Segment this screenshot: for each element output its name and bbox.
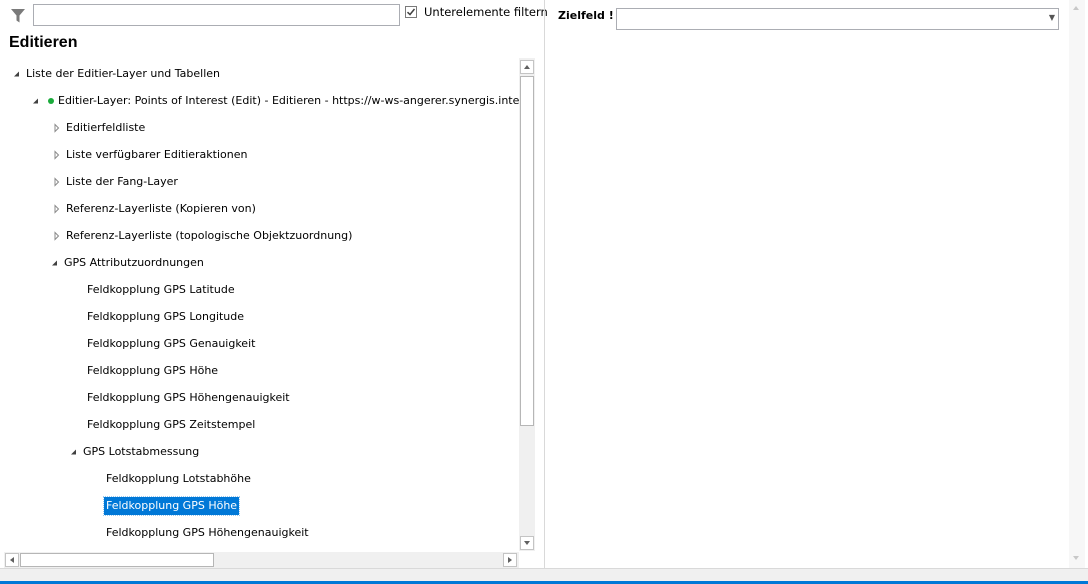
tree-collapsed-icon[interactable]	[52, 173, 62, 191]
tree-node-label: Feldkopplung GPS Höhengenauigkeit	[87, 391, 290, 404]
tree-node[interactable]: Feldkopplung GPS Longitude	[0, 308, 519, 326]
tree-node-label: Feldkopplung GPS Zeitstempel	[87, 418, 256, 431]
detail-vertical-scrollbar[interactable]	[1069, 0, 1085, 568]
scroll-up-button[interactable]	[1070, 2, 1084, 16]
tree-expanded-icon[interactable]	[31, 92, 41, 110]
tree-node[interactable]: Feldkopplung GPS Zeitstempel	[0, 416, 519, 434]
scroll-down-button[interactable]	[520, 536, 534, 550]
tree-collapsed-icon[interactable]	[52, 227, 62, 245]
vertical-scroll-thumb[interactable]	[520, 76, 534, 426]
tree-node-label: Feldkopplung GPS Höhengenauigkeit	[106, 526, 309, 539]
tree-node-label: Editierfeldliste	[66, 121, 146, 134]
tree-node-label: GPS Lotstabmessung	[83, 445, 200, 458]
tree-collapsed-icon[interactable]	[52, 200, 62, 218]
tree-node[interactable]: Liste der Fang-Layer	[0, 173, 519, 191]
tree-expanded-icon[interactable]	[12, 65, 22, 83]
layer-status-dot-icon	[48, 98, 54, 104]
checkmark-icon	[406, 8, 416, 16]
layer-tree[interactable]: Liste der Editier-Layer und Tabellen Edit…	[0, 58, 519, 550]
tree-node-label: GPS Attributzuordnungen	[64, 256, 204, 269]
target-field-label: Zielfeld !	[558, 9, 614, 22]
tree-node[interactable]: Liste verfügbarer Editieraktionen	[0, 146, 519, 164]
tree-node[interactable]: Referenz-Layerliste (Kopieren von)	[0, 200, 519, 218]
tree-node-label: Referenz-Layerliste (topologische Objekt…	[66, 229, 353, 242]
tree-node[interactable]: Feldkopplung GPS Höhe	[0, 362, 519, 380]
tree-node[interactable]: Feldkopplung GPS Höhengenauigkeit	[0, 389, 519, 407]
subelements-filter-label[interactable]: Unterelemente filtern	[424, 5, 548, 19]
tree-node-label: Liste verfügbarer Editieraktionen	[66, 148, 248, 161]
tree-node[interactable]: Feldkopplung GPS Höhe	[0, 496, 519, 516]
tree-node[interactable]: GPS Attributzuordnungen	[0, 254, 519, 272]
filter-funnel-icon[interactable]	[8, 6, 28, 26]
target-field-select[interactable]: ▼	[616, 8, 1059, 30]
tree-node[interactable]: Liste der Editier-Layer und Tabellen	[0, 65, 519, 83]
scroll-up-button[interactable]	[520, 60, 534, 74]
arrow-down-icon	[1073, 556, 1079, 560]
tree-node[interactable]: Editierfeldliste	[0, 119, 519, 137]
tree-node[interactable]: Referenz-Layerliste (topologische Objekt…	[0, 227, 519, 245]
tree-collapsed-icon[interactable]	[52, 146, 62, 164]
scroll-right-button[interactable]	[503, 553, 517, 567]
tree-node-label: Liste der Editier-Layer und Tabellen	[26, 67, 221, 80]
tree-node-label: Feldkopplung GPS Höhe	[87, 364, 219, 377]
tree-node-label: Feldkopplung Lotstabhöhe	[106, 472, 251, 485]
tree-node-label: Editier-Layer: Points of Interest (Edit)…	[58, 94, 519, 107]
tree-expanded-icon[interactable]	[69, 443, 79, 461]
tree-node-label: Feldkopplung GPS Longitude	[87, 310, 245, 323]
tree-node[interactable]: Editier-Layer: Points of Interest (Edit)…	[0, 92, 519, 110]
arrow-up-icon	[1073, 6, 1079, 10]
tree-collapsed-icon[interactable]	[52, 119, 62, 137]
arrow-up-icon	[524, 65, 530, 69]
horizontal-scroll-thumb[interactable]	[20, 553, 214, 567]
page-title: Editieren	[9, 34, 78, 51]
tree-node[interactable]: Feldkopplung GPS Latitude	[0, 281, 519, 299]
tree-node[interactable]: GPS Lotstabmessung	[0, 443, 519, 461]
tree-node-label: Liste der Fang-Layer	[66, 175, 178, 188]
arrow-down-icon	[524, 541, 530, 545]
tree-expanded-icon[interactable]	[50, 254, 60, 272]
filter-input[interactable]	[33, 4, 400, 26]
tree-node-label: Feldkopplung GPS Genauigkeit	[87, 337, 256, 350]
arrow-right-icon	[508, 557, 512, 563]
tree-node[interactable]: Feldkopplung Lotstabhöhe	[0, 470, 519, 488]
pane-splitter[interactable]	[544, 0, 545, 568]
tree-node[interactable]: Feldkopplung GPS Höhengenauigkeit	[0, 524, 519, 542]
scroll-left-button[interactable]	[5, 553, 19, 567]
arrow-left-icon	[10, 557, 14, 563]
tree-node-label: Referenz-Layerliste (Kopieren von)	[66, 202, 256, 215]
subelements-filter-checkbox[interactable]	[405, 6, 417, 18]
scroll-down-button[interactable]	[1070, 552, 1084, 566]
chevron-down-icon: ▼	[1048, 13, 1055, 22]
tree-node-label: Feldkopplung GPS Latitude	[87, 283, 235, 296]
tree-node[interactable]: Feldkopplung GPS Genauigkeit	[0, 335, 519, 353]
tree-node-label: Feldkopplung GPS Höhe	[102, 496, 241, 516]
